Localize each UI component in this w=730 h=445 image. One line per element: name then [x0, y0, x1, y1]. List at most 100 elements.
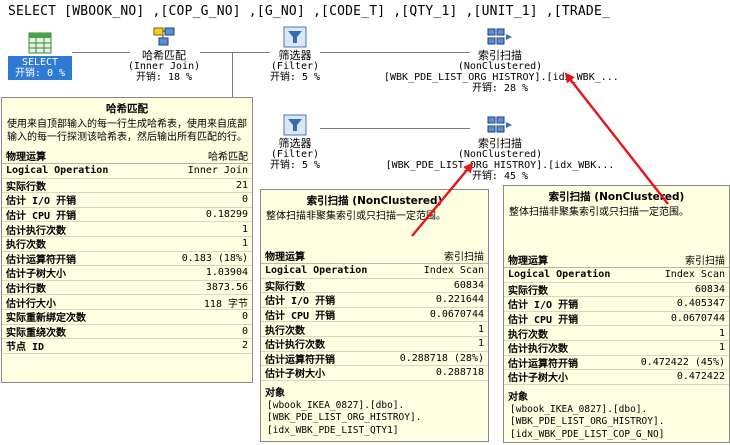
filter-bottom-sub: (Filter): [270, 149, 320, 160]
table-grid-icon: [28, 32, 52, 54]
filter-funnel-icon: [283, 26, 307, 48]
index-scan-node-bottom[interactable]: 索引扫描 (NonClustered) [WBK_PDE_LIST_ORG_HI…: [384, 114, 616, 182]
tooltip-row: Logical Operation Index Scan: [504, 268, 729, 283]
tooltip-row-key: 估计 CPU 开销: [508, 315, 579, 327]
tooltip-scan-mid-head: 物理运算 索引扫描: [261, 248, 488, 264]
tooltip-row: 实际重绕次数 0: [2, 325, 252, 340]
tooltip-row: 估计 I/O 开销 0: [2, 193, 252, 208]
index-scan-icon: [487, 116, 512, 133]
scan-top-sub: (NonClustered): [457, 61, 543, 72]
select-label: SELECT 开销: 0 %: [8, 56, 72, 80]
tooltip-row-key: 估计子树大小: [265, 369, 325, 381]
tooltip-row-value: 1.03904: [205, 267, 248, 279]
filter-top-sub: (Filter): [270, 61, 320, 72]
filter-top-cost: 开销: 5 %: [269, 72, 321, 83]
tooltip-row-key: 估计执行次数: [508, 344, 568, 356]
select-cost: 开销: 0 %: [14, 68, 66, 79]
scan-bottom-object: [WBK_PDE_LIST_ORG_HISTROY].[idx_WBK...: [385, 160, 615, 171]
tooltip-object-line: [wbook_IKEA_0827].[dbo].: [267, 399, 405, 411]
tooltip-row-value: 0.405347: [676, 298, 725, 310]
tooltip-row-key: Logical Operation: [508, 269, 611, 281]
tooltip-hash-head: 物理运算 哈希匹配: [2, 148, 252, 164]
scan-bottom-cost: 开销: 45 %: [471, 171, 529, 182]
tooltip-row-value: 2: [241, 340, 248, 352]
tooltip-hash-rows: Logical Operation Inner Join 实际行数 21 估计 I/O …: [2, 164, 252, 354]
tooltip-row: 执行次数 1: [261, 322, 488, 337]
tooltip-row: 估计 CPU 开销 0.18299: [2, 208, 252, 223]
tooltip-row-key: 估计运算符开销: [265, 354, 335, 366]
tooltip-scan-right-title: 索引扫描 (NonClustered): [548, 191, 685, 203]
tooltip-object-line: [wbook_IKEA_0827].[dbo].: [510, 403, 648, 415]
tooltip-row-value: 0.288718: [435, 367, 484, 379]
tooltip-row-value: 0.288718 (28%): [399, 352, 484, 364]
tooltip-row-value: 118 字节: [203, 298, 248, 310]
filter-bottom-cost: 开销: 5 %: [269, 160, 321, 171]
filter-node-top[interactable]: 筛选器 (Filter) 开销: 5 %: [262, 26, 328, 83]
tooltip-row-key: 估计执行次数: [265, 340, 325, 352]
filter-top-name: 筛选器: [278, 49, 312, 62]
tooltip-row-value: 0.221644: [435, 294, 484, 306]
tooltip-row-value: Inner Join: [187, 165, 248, 177]
tooltip-scan-right-head-value: 索引扫描: [685, 256, 725, 267]
scan-top-object: [WBK_PDE_LIST_ORG_HISTROY].[idx_WBK_...: [384, 72, 619, 83]
tooltip-scan-right-rows: Logical Operation Index Scan 实际行数 60834 估计 I…: [504, 268, 729, 385]
tooltip-row-key: 估计运算符开销: [508, 358, 578, 370]
scan-top-cost: 开销: 28 %: [471, 83, 529, 94]
filter-funnel-icon: [283, 114, 307, 136]
tooltip-row-value: 60834: [453, 279, 484, 291]
index-scan-icon: [487, 28, 512, 45]
tooltip-row-key: 估计 CPU 开销: [6, 211, 77, 223]
tooltip-row-key: 节点 ID: [6, 342, 45, 354]
tooltip-row-key: 实际行数: [6, 181, 46, 193]
tooltip-row-key: 估计 I/O 开销: [6, 196, 77, 208]
tooltip-row-key: 估计行大小: [6, 298, 56, 310]
sql-query-text: SELECT [WBOOK_NO] ,[COP_G_NO] ,[G_NO] ,[…: [8, 4, 610, 19]
tooltip-row: 估计 I/O 开销 0.221644: [261, 293, 488, 308]
tooltip-row: 估计执行次数 1: [261, 337, 488, 352]
filter-node-bottom[interactable]: 筛选器 (Filter) 开销: 5 %: [262, 114, 328, 171]
select-node[interactable]: SELECT 开销: 0 %: [8, 32, 72, 80]
tooltip-row-key: 估计 I/O 开销: [508, 300, 579, 312]
tooltip-row-value: 1: [718, 327, 725, 339]
tooltip-hash-head-value: 哈希匹配: [208, 152, 248, 163]
tooltip-scan-right-object: [wbook_IKEA_0827].[dbo]. [WBK_PDE_LIST_OR…: [504, 404, 729, 442]
tooltip-row: 节点 ID 2: [2, 339, 252, 354]
tooltip-row-value: 0.472422 (45%): [640, 356, 725, 368]
tooltip-scan-right-head-key: 物理运算: [508, 256, 548, 267]
tooltip-hash-head-key: 物理运算: [6, 152, 46, 163]
tooltip-row: 估计运算符开销 0.288718 (28%): [261, 352, 488, 367]
tooltip-row-key: 估计行数: [6, 284, 46, 296]
index-scan-node-top[interactable]: 索引扫描 (NonClustered) [WBK_PDE_LIST_ORG_HI…: [384, 26, 619, 94]
tooltip-row: 估计执行次数 1: [504, 341, 729, 356]
hash-match-cost: 开销: 18 %: [135, 72, 193, 83]
tooltip-row: 实际行数 60834: [504, 283, 729, 298]
tooltip-row-value: 1: [718, 342, 725, 354]
tooltip-scan-mid-object: [wbook_IKEA_0827].[dbo]. [WBK_PDE_LIST_OR…: [261, 400, 488, 438]
tooltip-row: 估计运算符开销 0.183 (18%): [2, 252, 252, 267]
tooltip-scan-right: 索引扫描 (NonClustered) 整体扫描非聚集索引或只扫描一定范围。 物…: [503, 185, 730, 443]
tooltip-row-key: 估计子树大小: [6, 269, 66, 281]
tooltip-row-key: Logical Operation: [265, 265, 368, 277]
tooltip-row-key: 执行次数: [6, 240, 46, 252]
tooltip-row: 估计 I/O 开销 0.405347: [504, 297, 729, 312]
tooltip-row-key: 实际行数: [265, 281, 305, 293]
tooltip-row-value: 0.472422: [676, 371, 725, 383]
tooltip-row-key: 估计 I/O 开销: [265, 296, 336, 308]
tooltip-row: 估计执行次数 1: [2, 222, 252, 237]
tooltip-row: Logical Operation Index Scan: [261, 264, 488, 279]
tooltip-row-key: 估计运算符开销: [6, 254, 76, 266]
tooltip-row: 估计 CPU 开销 0.0670744: [261, 308, 488, 323]
tooltip-row-key: 实际重新绑定次数: [6, 313, 86, 325]
tooltip-row-value: Index Scan: [423, 265, 484, 277]
hash-match-icon: [153, 27, 175, 46]
filter-bottom-name: 筛选器: [278, 137, 312, 150]
tooltip-row-value: 1: [241, 223, 248, 235]
tooltip-row: 估计运算符开销 0.472422 (45%): [504, 356, 729, 371]
tooltip-row-value: 0.183 (18%): [181, 252, 248, 264]
tooltip-row: 实际重新绑定次数 0: [2, 310, 252, 325]
tooltip-scan-right-object-label: 对象: [508, 391, 528, 403]
tooltip-row: 估计 CPU 开销 0.0670744: [504, 312, 729, 327]
hash-match-node[interactable]: 哈希匹配 (Inner Join) 开销: 18 %: [122, 26, 206, 83]
tooltip-object-line: [idx_WBK_PDE_LIST_COP_G_NO]: [510, 428, 665, 440]
tooltip-row-key: 实际行数: [508, 285, 548, 297]
